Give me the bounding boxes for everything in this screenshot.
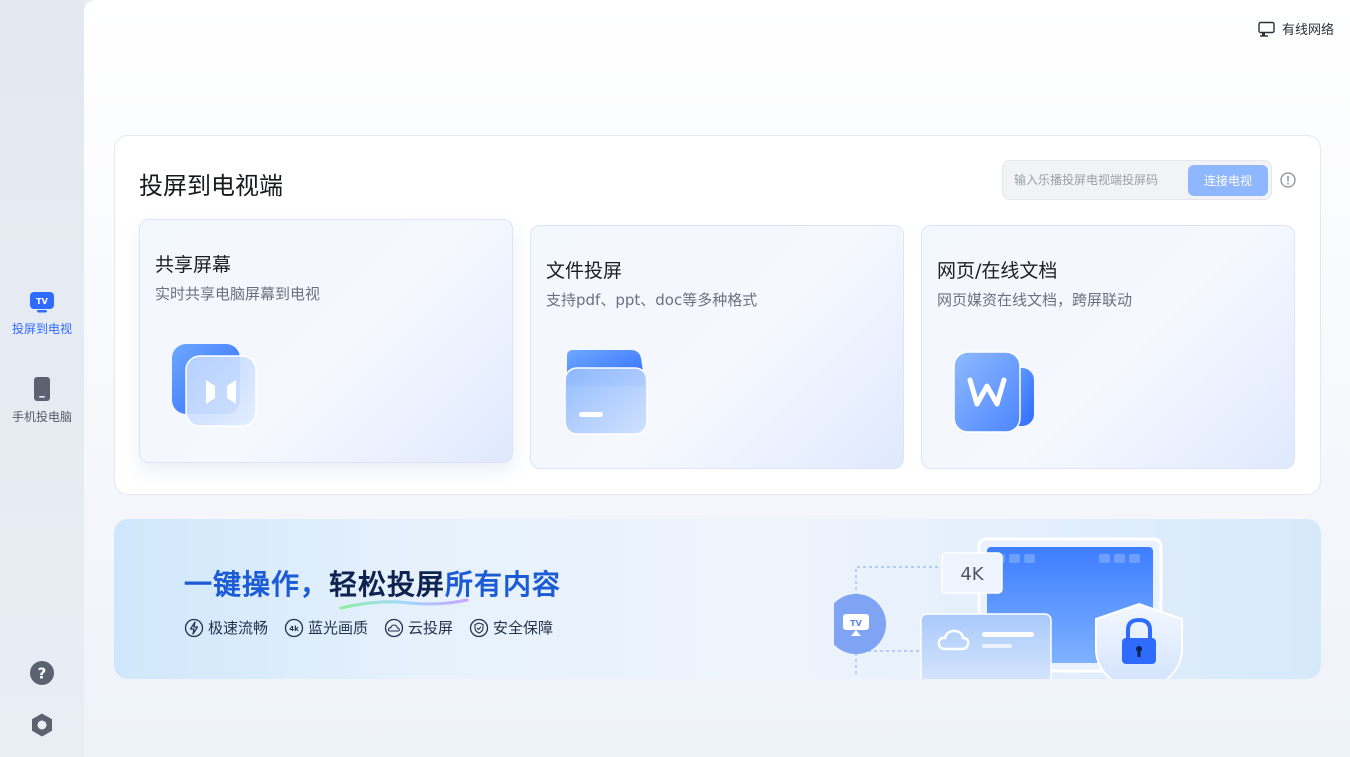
card-title: 网页/在线文档 bbox=[937, 260, 1058, 282]
settings-icon[interactable] bbox=[29, 712, 55, 738]
wired-network-icon bbox=[1258, 21, 1275, 37]
feature-label: 蓝光画质 bbox=[308, 619, 369, 637]
feature-list: 极速流畅 4k 蓝光画质 云投屏 安全保障 bbox=[184, 617, 553, 638]
svg-text:?: ? bbox=[38, 665, 47, 683]
info-icon[interactable] bbox=[1280, 172, 1296, 188]
card-title: 文件投屏 bbox=[546, 260, 623, 282]
art-tv-label: TV bbox=[850, 619, 862, 628]
feature-item: 安全保障 bbox=[469, 617, 553, 638]
sidebar-item-label: 投屏到电视 bbox=[11, 322, 72, 336]
cloud-icon bbox=[384, 618, 404, 637]
connect-tv-button[interactable]: 连接电视 bbox=[1188, 165, 1268, 196]
svg-text:TV: TV bbox=[36, 297, 48, 306]
main-content: 有线网络 投屏到电视端 连接电视 共享屏幕 实时共享电脑屏幕到电视 bbox=[84, 0, 1350, 757]
lightning-icon bbox=[184, 618, 204, 637]
banner-illustration: 4K TV bbox=[834, 537, 1183, 679]
card-file-cast[interactable]: 文件投屏 支持pdf、ppt、doc等多种格式 bbox=[530, 225, 904, 469]
svg-text:4k: 4k bbox=[289, 625, 299, 633]
feature-item: 4k 蓝光画质 bbox=[284, 617, 368, 638]
folder-icon bbox=[564, 350, 648, 435]
card-desc: 网页媒资在线文档，跨屏联动 bbox=[937, 291, 1133, 309]
tv-icon: TV bbox=[30, 292, 54, 313]
cast-code-input[interactable] bbox=[1003, 161, 1183, 199]
art-4k-label: 4K bbox=[960, 564, 984, 585]
web-doc-icon bbox=[953, 351, 1034, 433]
card-desc: 支持pdf、ppt、doc等多种格式 bbox=[546, 291, 758, 309]
sidebar-item-cast-to-tv[interactable]: TV 投屏到电视 bbox=[0, 290, 84, 337]
headline-part1: 一键操作， bbox=[184, 568, 330, 601]
feature-item: 云投屏 bbox=[384, 617, 453, 638]
feature-label: 极速流畅 bbox=[208, 619, 269, 637]
card-share-screen[interactable]: 共享屏幕 实时共享电脑屏幕到电视 bbox=[139, 219, 513, 463]
card-title: 共享屏幕 bbox=[155, 254, 232, 276]
share-screen-icon bbox=[172, 344, 257, 427]
feature-label: 云投屏 bbox=[408, 619, 454, 637]
sidebar: TV 投屏到电视 手机投电脑 ? bbox=[0, 0, 84, 757]
sidebar-item-label: 手机投电脑 bbox=[11, 410, 72, 424]
sidebar-item-phone-to-pc[interactable]: 手机投电脑 bbox=[0, 376, 84, 425]
cast-to-tv-panel: 投屏到电视端 连接电视 共享屏幕 实时共享电脑屏幕到电视 bbox=[114, 135, 1321, 495]
help-icon[interactable]: ? bbox=[29, 660, 55, 686]
network-status[interactable]: 有线网络 bbox=[1258, 19, 1334, 38]
headline-underline bbox=[339, 598, 469, 610]
feature-item: 极速流畅 bbox=[184, 617, 268, 638]
feature-label: 安全保障 bbox=[493, 619, 554, 637]
page-title: 投屏到电视端 bbox=[139, 172, 283, 200]
4k-icon: 4k bbox=[284, 618, 304, 637]
card-desc: 实时共享电脑屏幕到电视 bbox=[155, 285, 321, 303]
shield-icon bbox=[469, 618, 489, 637]
promo-banner[interactable]: 一键操作，轻松投屏所有内容 极速流畅 4k 蓝光画质 云投屏 安全保障 4K T… bbox=[114, 519, 1321, 679]
cast-code-box: 连接电视 bbox=[1002, 160, 1272, 200]
card-web-online-docs[interactable]: 网页/在线文档 网页媒资在线文档，跨屏联动 bbox=[921, 225, 1295, 469]
phone-icon bbox=[34, 377, 50, 401]
network-label: 有线网络 bbox=[1281, 23, 1334, 38]
